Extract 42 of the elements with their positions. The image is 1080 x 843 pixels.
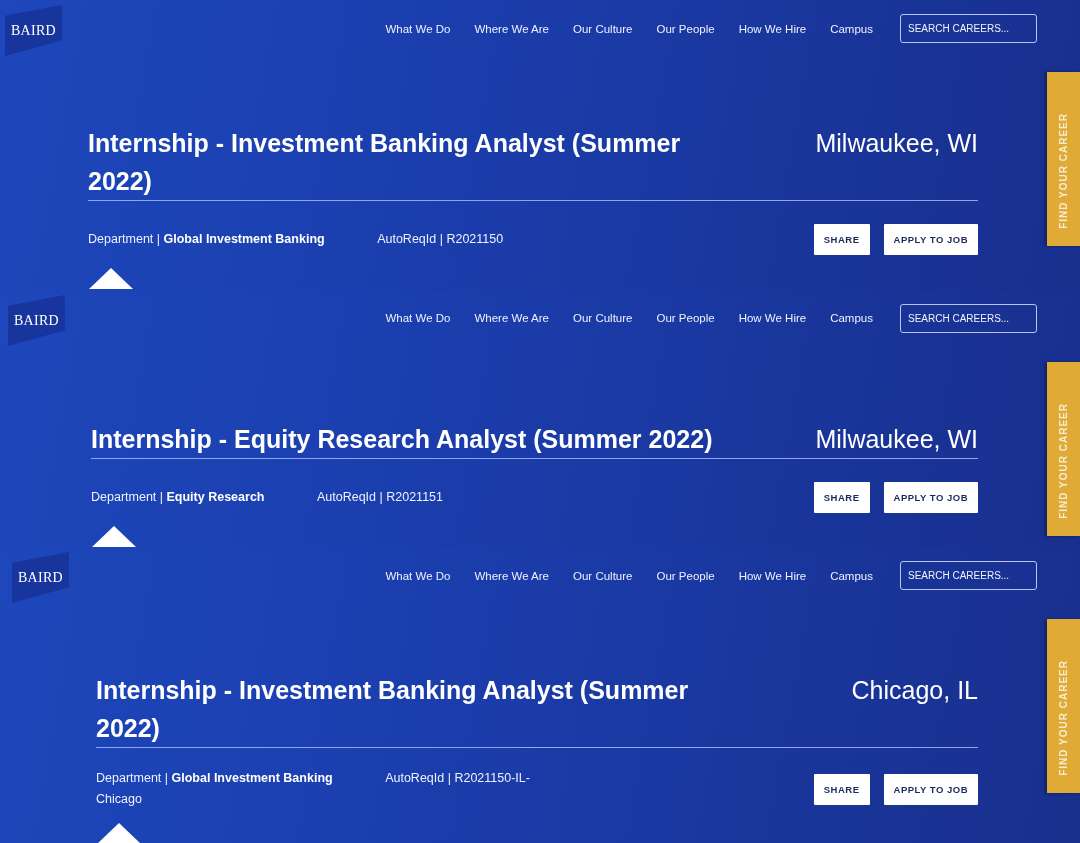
- nav-link[interactable]: Campus: [830, 22, 873, 35]
- share-button[interactable]: SHARE: [813, 773, 870, 805]
- nav-link[interactable]: Our People: [656, 312, 715, 324]
- up-triangle-icon: [89, 268, 133, 289]
- nav-link[interactable]: What We Do: [385, 312, 451, 324]
- nav-link[interactable]: How We Hire: [738, 312, 807, 324]
- nav-link[interactable]: Our Culture: [573, 22, 633, 35]
- apply-button[interactable]: APPLY TO JOB: [883, 773, 978, 805]
- job-meta-text: Department | Global Investment Banking AutoReqId | R2021150-IL-Chicago: [96, 770, 531, 808]
- nav-link[interactable]: What We Do: [385, 569, 451, 582]
- job-location: Milwaukee, WI: [815, 128, 978, 159]
- nav-link[interactable]: Where We Are: [474, 569, 549, 582]
- logo[interactable]: BAIRD: [5, 5, 62, 56]
- logo[interactable]: BAIRD: [12, 552, 69, 603]
- nav-link[interactable]: Our People: [656, 569, 715, 582]
- logo[interactable]: BAIRD: [8, 295, 65, 346]
- apply-button[interactable]: APPLY TO JOB: [883, 482, 978, 513]
- nav-link[interactable]: What We Do: [385, 22, 451, 35]
- job-meta-text: Department | Global Investment Banking AutoReqId | R2021150: [88, 231, 505, 248]
- job-location: Milwaukee, WI: [815, 424, 978, 455]
- search-field[interactable]: SEARCH CAREERS...: [900, 14, 1037, 43]
- nav-link[interactable]: Our Culture: [573, 312, 633, 324]
- nav-link[interactable]: Our People: [656, 22, 715, 35]
- up-triangle-icon: [92, 526, 136, 547]
- share-button[interactable]: SHARE: [813, 482, 870, 513]
- nav-link[interactable]: Where We Are: [474, 22, 549, 35]
- job-meta-text: Department | Equity Research AutoReqId | R2021151: [91, 489, 444, 506]
- nav-link[interactable]: Our Culture: [573, 569, 633, 582]
- job-location: Chicago, IL: [851, 675, 978, 706]
- job-title: Internship - Equity Research Analyst (Summer 2022): [91, 424, 714, 455]
- apply-button[interactable]: APPLY TO JOB: [883, 224, 978, 255]
- search-field[interactable]: SEARCH CAREERS...: [900, 561, 1037, 590]
- nav-link[interactable]: Campus: [830, 569, 873, 582]
- nav-link[interactable]: Campus: [830, 312, 873, 324]
- nav-link[interactable]: How We Hire: [738, 569, 807, 582]
- nav-link[interactable]: How We Hire: [738, 22, 807, 35]
- search-field[interactable]: SEARCH CAREERS...: [900, 303, 1037, 333]
- nav-link[interactable]: Where We Are: [474, 312, 549, 324]
- up-triangle-icon: [97, 823, 141, 843]
- share-button[interactable]: SHARE: [813, 224, 870, 255]
- job-title: Internship - Investment Banking Analyst (Summer 2022): [88, 128, 682, 197]
- job-title: Internship - Investment Banking Analyst (Summer 2022): [96, 675, 690, 744]
